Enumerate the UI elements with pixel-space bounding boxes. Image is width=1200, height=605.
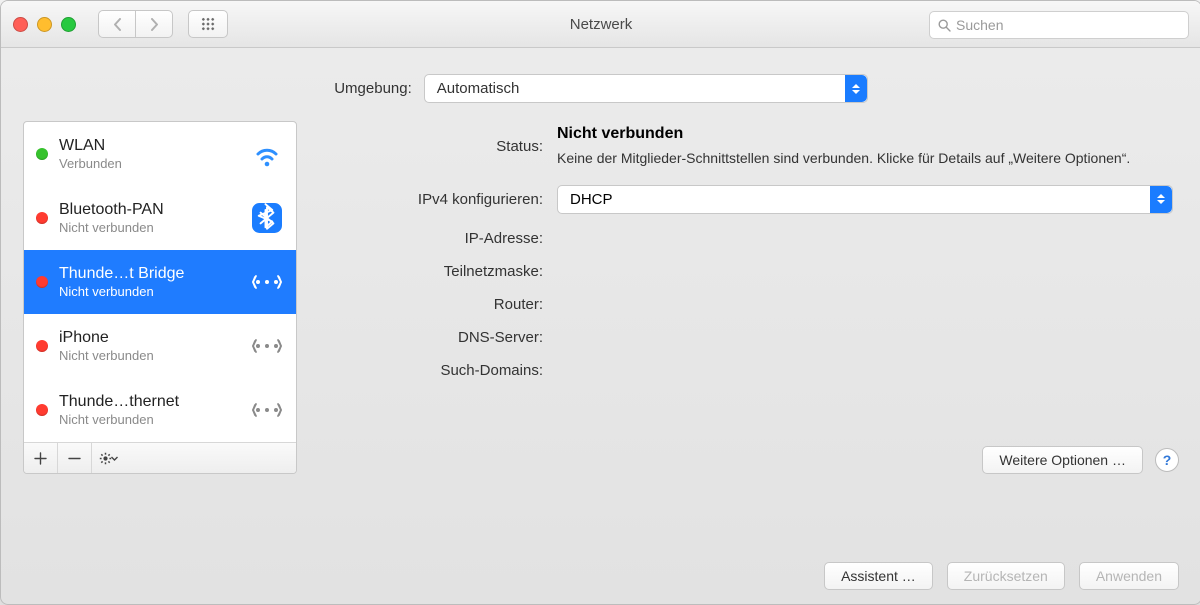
location-label: Umgebung: xyxy=(334,80,412,97)
detail-pane: Status: Nicht verbunden Keine der Mitgli… xyxy=(313,121,1179,474)
forward-button[interactable] xyxy=(135,10,173,38)
ipv4-value: DHCP xyxy=(570,191,613,208)
help-button[interactable]: ? xyxy=(1155,448,1179,472)
service-type-icon xyxy=(248,203,286,233)
status-dot-icon xyxy=(36,404,48,416)
add-service-button[interactable] xyxy=(24,443,58,473)
main-content: WLANVerbundenBluetooth-PANNicht verbunde… xyxy=(1,121,1200,492)
service-text: Thunde…t BridgeNicht verbunden xyxy=(59,265,248,299)
status-dot-icon xyxy=(36,148,48,160)
gear-dropdown-icon xyxy=(99,452,119,465)
bridge-icon xyxy=(250,268,284,296)
service-item[interactable]: Thunde…thernetNicht verbunden xyxy=(24,378,296,442)
minimize-window-button[interactable] xyxy=(37,17,52,32)
chevron-up-down-icon xyxy=(1150,186,1172,213)
sidebar-toolbar xyxy=(24,442,296,473)
window-controls xyxy=(13,17,76,32)
status-dot-icon xyxy=(36,212,48,224)
titlebar: Netzwerk Suchen xyxy=(1,1,1200,48)
bridge-icon xyxy=(250,396,284,424)
service-text: Bluetooth-PANNicht verbunden xyxy=(59,201,248,235)
service-text: Thunde…thernetNicht verbunden xyxy=(59,393,248,427)
location-select[interactable]: Automatisch xyxy=(424,74,868,103)
window-footer: Assistent … Zurücksetzen Anwenden xyxy=(824,562,1179,590)
service-status: Nicht verbunden xyxy=(59,348,248,363)
detail-form: Status: Nicht verbunden Keine der Mitgli… xyxy=(313,121,1179,379)
service-status: Nicht verbunden xyxy=(59,220,248,235)
service-name: WLAN xyxy=(59,137,248,155)
status-block: Nicht verbunden Keine der Mitglieder-Sch… xyxy=(557,125,1159,169)
search-icon xyxy=(938,19,951,32)
service-sidebar: WLANVerbundenBluetooth-PANNicht verbunde… xyxy=(23,121,297,474)
advanced-button[interactable]: Weitere Optionen … xyxy=(982,446,1143,474)
chevron-up-down-icon xyxy=(845,75,867,102)
chevron-left-icon xyxy=(113,18,122,31)
service-status: Nicht verbunden xyxy=(59,284,248,299)
status-label: Status: xyxy=(313,138,543,155)
location-row: Umgebung: Automatisch xyxy=(1,48,1200,121)
search-placeholder: Suchen xyxy=(956,17,1003,33)
ipv4-configure-select[interactable]: DHCP xyxy=(557,185,1173,214)
action-menu-button[interactable] xyxy=(92,443,126,473)
service-status: Nicht verbunden xyxy=(59,412,248,427)
bridge-icon xyxy=(250,332,284,360)
service-item[interactable]: iPhoneNicht verbunden xyxy=(24,314,296,378)
service-type-icon xyxy=(248,140,286,168)
location-value: Automatisch xyxy=(437,80,520,97)
service-item[interactable]: Thunde…t BridgeNicht verbunden xyxy=(24,250,296,314)
bluetooth-icon xyxy=(252,203,282,233)
back-button[interactable] xyxy=(98,10,135,38)
remove-service-button[interactable] xyxy=(58,443,92,473)
status-description: Keine der Mitglieder-Schnittstellen sind… xyxy=(557,149,1159,169)
search-domains-label: Such-Domains: xyxy=(313,362,543,379)
dns-server-label: DNS-Server: xyxy=(313,329,543,346)
close-window-button[interactable] xyxy=(13,17,28,32)
router-label: Router: xyxy=(313,296,543,313)
search-field[interactable]: Suchen xyxy=(929,11,1189,39)
zoom-window-button[interactable] xyxy=(61,17,76,32)
wifi-icon xyxy=(250,140,284,168)
service-name: Bluetooth-PAN xyxy=(59,201,248,219)
plus-icon xyxy=(34,452,47,465)
service-status: Verbunden xyxy=(59,156,248,171)
service-name: iPhone xyxy=(59,329,248,347)
nav-back-forward xyxy=(98,10,173,38)
network-preferences-window: Netzwerk Suchen Umgebung: Automatisch WL… xyxy=(0,0,1200,605)
service-type-icon xyxy=(248,332,286,360)
status-dot-icon xyxy=(36,340,48,352)
service-item[interactable]: WLANVerbunden xyxy=(24,122,296,186)
service-name: Thunde…t Bridge xyxy=(59,265,248,283)
detail-footer: Weitere Optionen … ? xyxy=(982,446,1179,474)
revert-button[interactable]: Zurücksetzen xyxy=(947,562,1065,590)
minus-icon xyxy=(68,452,81,465)
service-text: WLANVerbunden xyxy=(59,137,248,171)
service-type-icon xyxy=(248,396,286,424)
service-text: iPhoneNicht verbunden xyxy=(59,329,248,363)
chevron-right-icon xyxy=(150,18,159,31)
status-value: Nicht verbunden xyxy=(557,125,1159,143)
status-dot-icon xyxy=(36,276,48,288)
subnet-mask-label: Teilnetzmaske: xyxy=(313,263,543,280)
assistant-button[interactable]: Assistent … xyxy=(824,562,933,590)
service-item[interactable]: Bluetooth-PANNicht verbunden xyxy=(24,186,296,250)
apply-button[interactable]: Anwenden xyxy=(1079,562,1179,590)
service-list: WLANVerbundenBluetooth-PANNicht verbunde… xyxy=(24,122,296,442)
service-name: Thunde…thernet xyxy=(59,393,248,411)
ip-address-label: IP-Adresse: xyxy=(313,230,543,247)
service-type-icon xyxy=(248,268,286,296)
grid-icon xyxy=(201,17,215,31)
ipv4-label: IPv4 konfigurieren: xyxy=(313,191,543,208)
show-all-button[interactable] xyxy=(188,10,228,38)
